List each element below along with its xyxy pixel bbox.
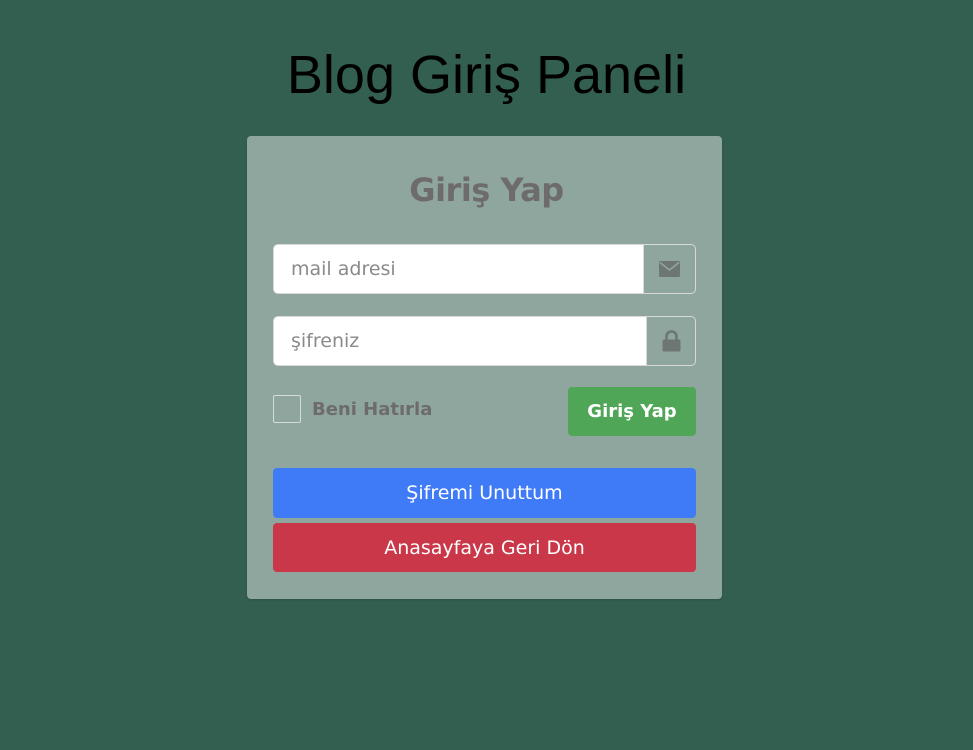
page-title: Blog Giriş Paneli (286, 45, 687, 105)
envelope-icon (643, 244, 696, 294)
forgot-password-button[interactable]: Şifremi Unuttum (273, 468, 696, 518)
remember-me-checkbox[interactable] (273, 395, 301, 423)
password-input-group (273, 316, 696, 366)
lock-icon (646, 316, 696, 366)
password-field[interactable] (273, 316, 646, 366)
email-input-group (273, 244, 696, 294)
remember-me-label[interactable]: Beni Hatırla (312, 399, 432, 420)
login-button[interactable]: Giriş Yap (568, 387, 696, 436)
login-card-heading: Giriş Yap (409, 171, 564, 209)
email-field[interactable] (273, 244, 643, 294)
remember-me: Beni Hatırla (273, 395, 432, 423)
back-to-home-button[interactable]: Anasayfaya Geri Dön (273, 523, 696, 572)
